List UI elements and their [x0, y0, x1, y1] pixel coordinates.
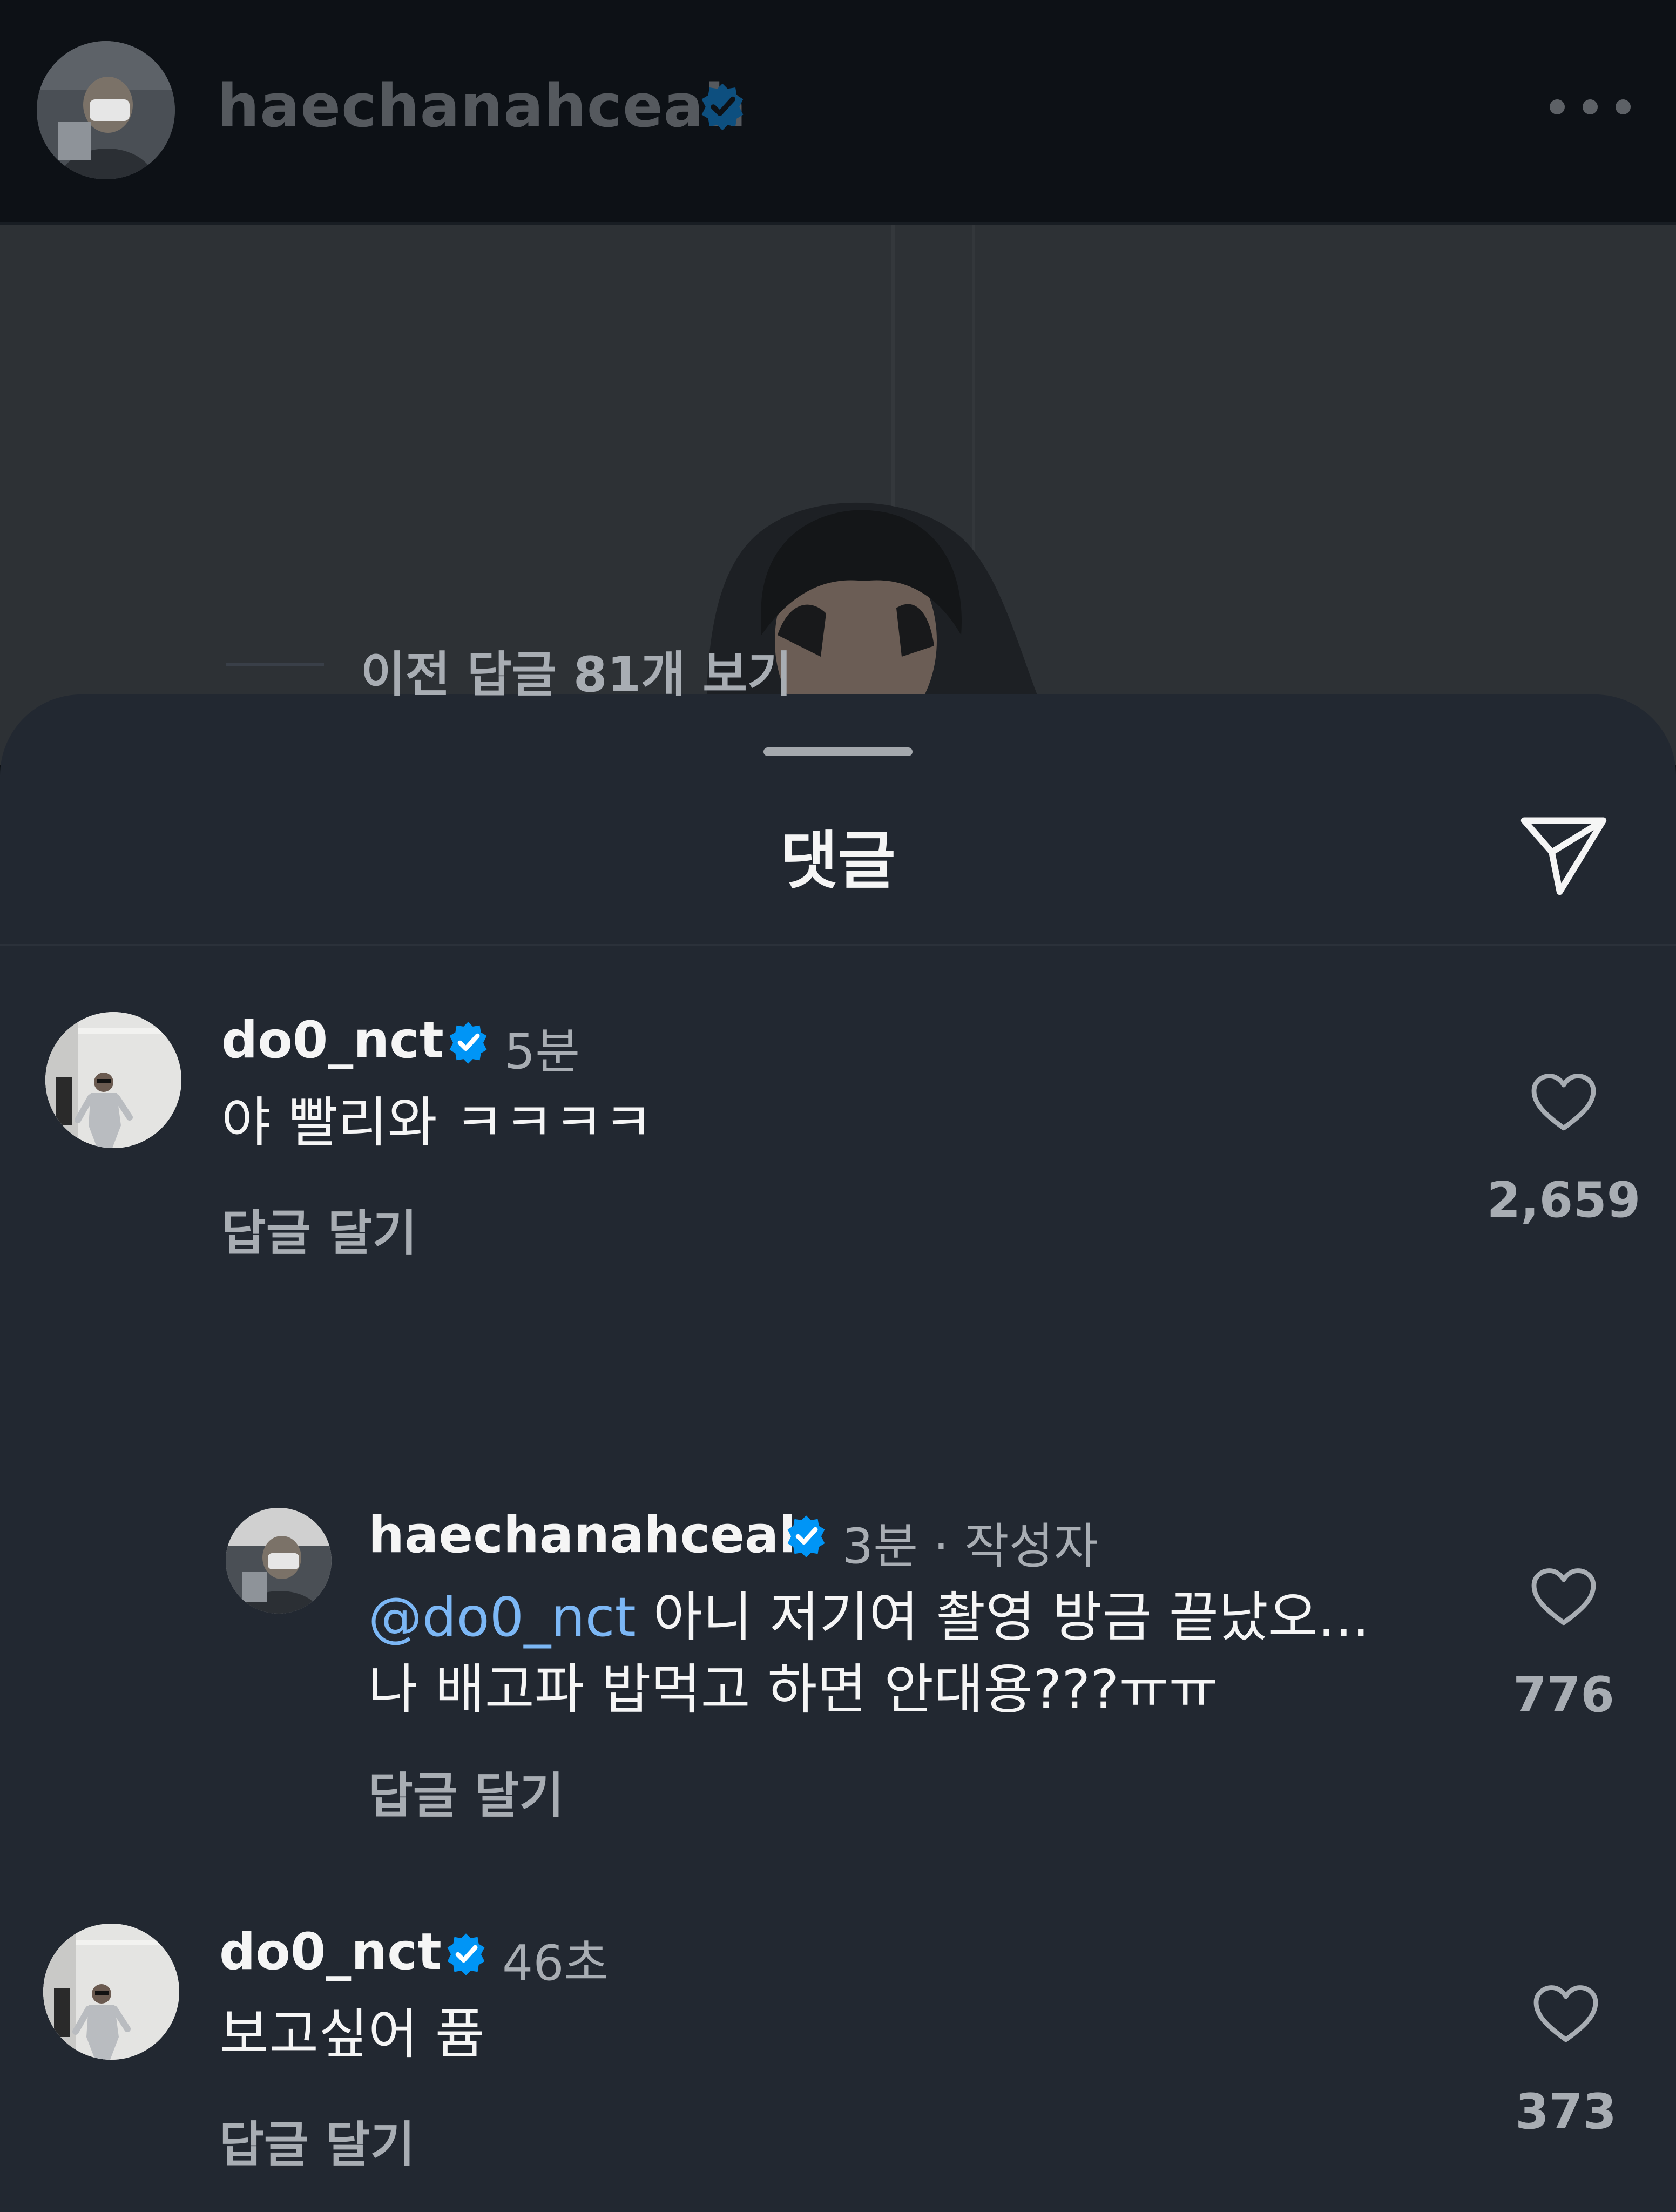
reply-author-avatar[interactable]	[226, 1508, 332, 1614]
verified-badge-icon	[787, 1515, 825, 1557]
commenter-avatar[interactable]	[45, 1012, 181, 1148]
header-avatar[interactable]	[37, 41, 175, 179]
comment-text: 보고싶어 퓸	[219, 2002, 485, 2066]
heart-outline-icon[interactable]	[1528, 1067, 1599, 1138]
post-photo	[0, 225, 1676, 765]
like-count: 776	[1513, 1667, 1614, 1723]
view-previous-replies-button[interactable]: 이전 답글 81개 보기	[361, 635, 792, 705]
commenter-avatar[interactable]	[43, 1924, 179, 2060]
comment-username[interactable]: do0_nct	[221, 1011, 444, 1070]
comment-username[interactable]: do0_nct	[219, 1923, 442, 1981]
verified-badge-icon	[447, 1933, 485, 1975]
verified-badge-icon	[449, 1022, 487, 1064]
reply-username[interactable]: haechanahceah	[368, 1506, 815, 1564]
sheet-divider	[0, 944, 1676, 946]
sheet-title: 댓글	[780, 825, 896, 898]
comment-text: 야 빨리와 ㅋㅋㅋㅋ	[221, 1091, 653, 1154]
verified-badge-icon	[701, 83, 744, 131]
header-username[interactable]: haechanahceah	[217, 71, 747, 140]
comments-sheet: 댓글	[0, 694, 1676, 2212]
replies-thread-line	[226, 663, 324, 666]
reply-text: 아니 저기여 촬영 방금 끝났오...	[636, 1586, 1370, 1649]
comment-time: 46초	[502, 1935, 609, 1992]
like-count: 373	[1515, 2083, 1617, 2140]
reply-text-line-2: 나 배고파 밥먹고 하면 안대용???ㅠㅠ	[368, 1658, 1219, 1721]
drag-handle[interactable]	[763, 747, 913, 756]
heart-outline-icon[interactable]	[1528, 1562, 1599, 1633]
reply-button[interactable]: 답글 달기	[221, 1193, 417, 1264]
post-image	[0, 225, 1676, 765]
mention-link[interactable]: @do0_nct	[368, 1586, 636, 1649]
reply-text-line-1: @do0_nct 아니 저기여 촬영 방금 끝났오...	[368, 1582, 1369, 1653]
comment-time: 5분	[504, 1023, 580, 1080]
paper-plane-icon[interactable]	[1516, 805, 1611, 900]
reply-button[interactable]: 답글 달기	[368, 1756, 564, 1826]
heart-outline-icon[interactable]	[1530, 1979, 1601, 2050]
post-header: haechanahceah	[0, 0, 1676, 225]
more-horizontal-icon[interactable]	[1550, 91, 1631, 123]
reply-time-author: 3분 · 작성자	[842, 1518, 1099, 1575]
page: haechanahceah 댓글 do0_nct 5분 야 빨리와 ㅋㅋㅋㅋ 답…	[0, 0, 1676, 2212]
like-count: 2,659	[1486, 1172, 1641, 1229]
reply-button[interactable]: 답글 달기	[219, 2105, 415, 2175]
